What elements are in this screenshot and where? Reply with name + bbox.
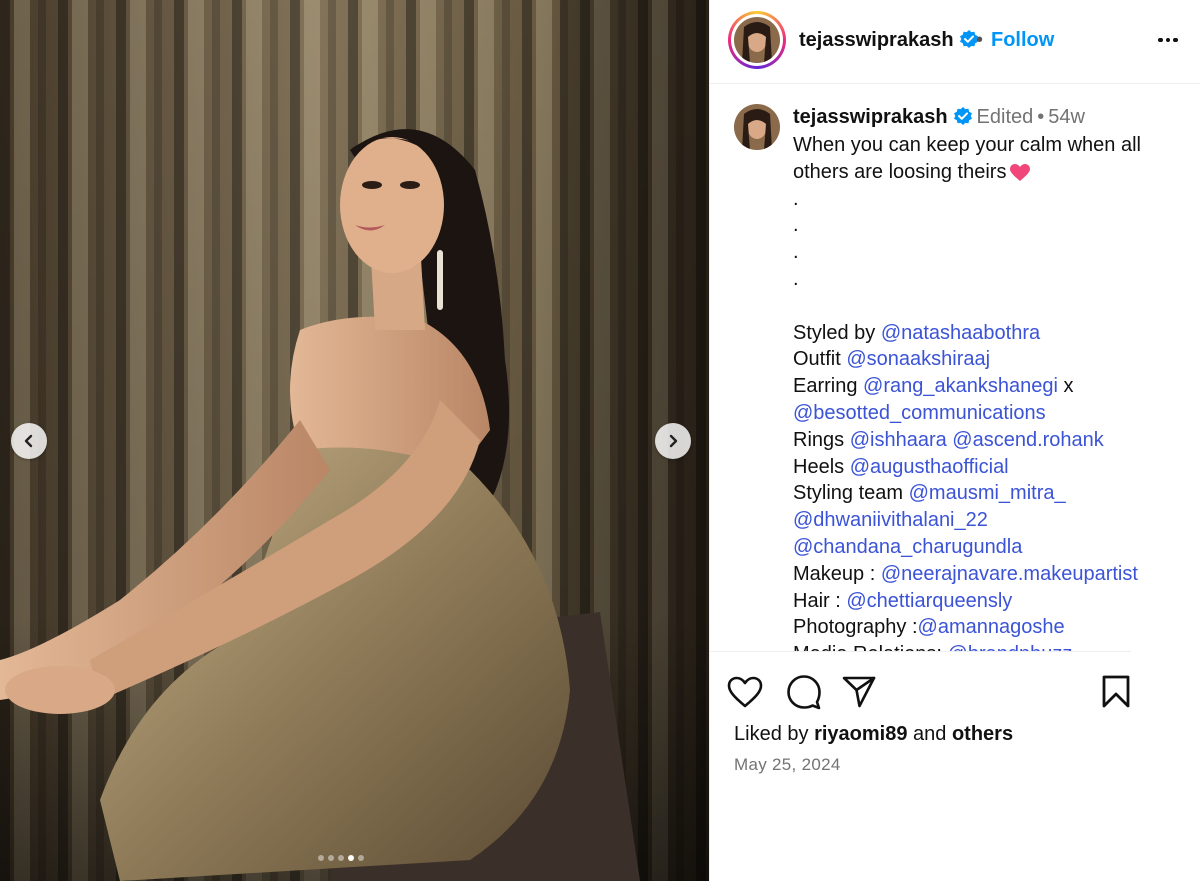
post-photo (0, 0, 709, 881)
caption-line: When you can keep your calm when all (793, 134, 1141, 156)
bookmark-icon (1102, 675, 1130, 708)
post-header: tejasswiprakash • Follow (710, 0, 1200, 84)
action-bar (710, 670, 1200, 716)
credit-outfit: Outfit @sonaakshiraaj (793, 348, 991, 371)
heart-icon (727, 676, 763, 708)
divider (710, 651, 1131, 652)
credit-rings: Rings @ishhaara @ascend.rohank (793, 428, 1104, 451)
mention-link[interactable]: @rang_akankshanegi (863, 375, 1058, 397)
chevron-right-icon (669, 434, 678, 448)
post-date[interactable]: May 25, 2024 (734, 755, 841, 775)
carousel-dot-active (348, 855, 354, 861)
caption-text: When you can keep your calm when all oth… (793, 132, 1183, 652)
follow-button[interactable]: Follow (991, 29, 1054, 52)
likes-summary: Liked by riyaomi89 and others (734, 723, 1014, 745)
post-side-panel: tejasswiprakash • Follow tejasswiprakash (709, 0, 1200, 881)
credit-team-cont: @dhwaniivithalani_22 (793, 507, 1183, 534)
caption-dot-line: . (793, 267, 799, 290)
caption-dot-line: . (793, 187, 799, 210)
instagram-post: tejasswiprakash • Follow tejasswiprakash (0, 0, 1200, 881)
carousel-dot (338, 855, 344, 861)
caption-dot-line: . (793, 241, 799, 264)
caption-header: tejasswiprakash Edited • 54w (793, 106, 1085, 129)
mention-link[interactable]: @mausmi_mitra_ (909, 482, 1066, 504)
username-text[interactable]: tejasswiprakash (799, 29, 954, 51)
credit-styled: Styled by @natashaabothra (793, 321, 1041, 344)
liked-by-others[interactable]: others (952, 723, 1013, 745)
comment-icon (787, 675, 821, 710)
carousel-prev-button[interactable] (11, 423, 47, 459)
mention-link[interactable]: @augusthaofficial (850, 456, 1009, 478)
post-media[interactable] (0, 0, 709, 881)
liked-by-user[interactable]: riyaomi89 (814, 723, 907, 745)
mention-link[interactable]: @amannagoshe (918, 616, 1065, 638)
mention-link[interactable]: @natashaabothra (881, 322, 1040, 344)
caption-dot-line: . (793, 214, 799, 237)
caption-line: others are loosing theirs (793, 159, 1183, 186)
caption-separator: • (1037, 106, 1045, 128)
mention-link[interactable]: @chettiarqueensly (846, 590, 1012, 612)
avatar[interactable] (734, 104, 780, 150)
mention-link[interactable]: @sonaakshiraaj (846, 348, 990, 370)
carousel-dot (358, 855, 364, 861)
post-age[interactable]: 54w (1048, 106, 1085, 128)
edited-label: Edited (976, 106, 1034, 128)
comment-button[interactable] (784, 670, 824, 714)
carousel-indicator (318, 855, 364, 861)
chevron-left-icon (24, 434, 33, 448)
credit-photography: Photography :@amannagoshe (793, 616, 1065, 639)
story-avatar[interactable] (728, 11, 786, 69)
credit-makeup: Makeup : @neerajnavare.makeupartist (793, 562, 1138, 585)
share-button[interactable] (839, 670, 879, 714)
credit-earring: Earring @rang_akankshanegi x (793, 375, 1074, 398)
mention-link[interactable]: @ascend.rohank (952, 429, 1104, 451)
like-button[interactable] (725, 670, 765, 714)
avatar (734, 17, 780, 63)
carousel-next-button[interactable] (655, 423, 691, 459)
caption-username[interactable]: tejasswiprakash (793, 106, 948, 128)
more-options-icon[interactable] (1153, 28, 1183, 52)
mention-link[interactable]: @neerajnavare.makeupartist (881, 563, 1138, 585)
credit-hair: Hair : @chettiarqueensly (793, 589, 1013, 612)
caption-section: tejasswiprakash Edited • 54w When you can … (710, 84, 1200, 652)
verified-badge-icon (953, 107, 972, 125)
credit-heels: Heels @augusthaofficial (793, 455, 1009, 478)
credit-team-cont: @chandana_charugundla (793, 534, 1183, 561)
carousel-dot (328, 855, 334, 861)
header-username[interactable]: tejasswiprakash (799, 29, 979, 52)
share-icon (842, 676, 876, 708)
header-separator: • (976, 29, 984, 51)
mention-link[interactable]: @chandana_charugundla (793, 536, 1022, 558)
carousel-dot (318, 855, 324, 861)
mention-link[interactable]: @dhwaniivithalani_22 (793, 509, 988, 531)
pink-heart-emoji (1010, 163, 1031, 181)
credit-earring-cont: @besotted_communications (793, 400, 1183, 427)
credit-team: Styling team @mausmi_mitra_ (793, 482, 1066, 505)
mention-link[interactable]: @besotted_communications (793, 402, 1046, 424)
mention-link[interactable]: @ishhaara (850, 429, 947, 451)
save-button[interactable] (1096, 670, 1136, 714)
